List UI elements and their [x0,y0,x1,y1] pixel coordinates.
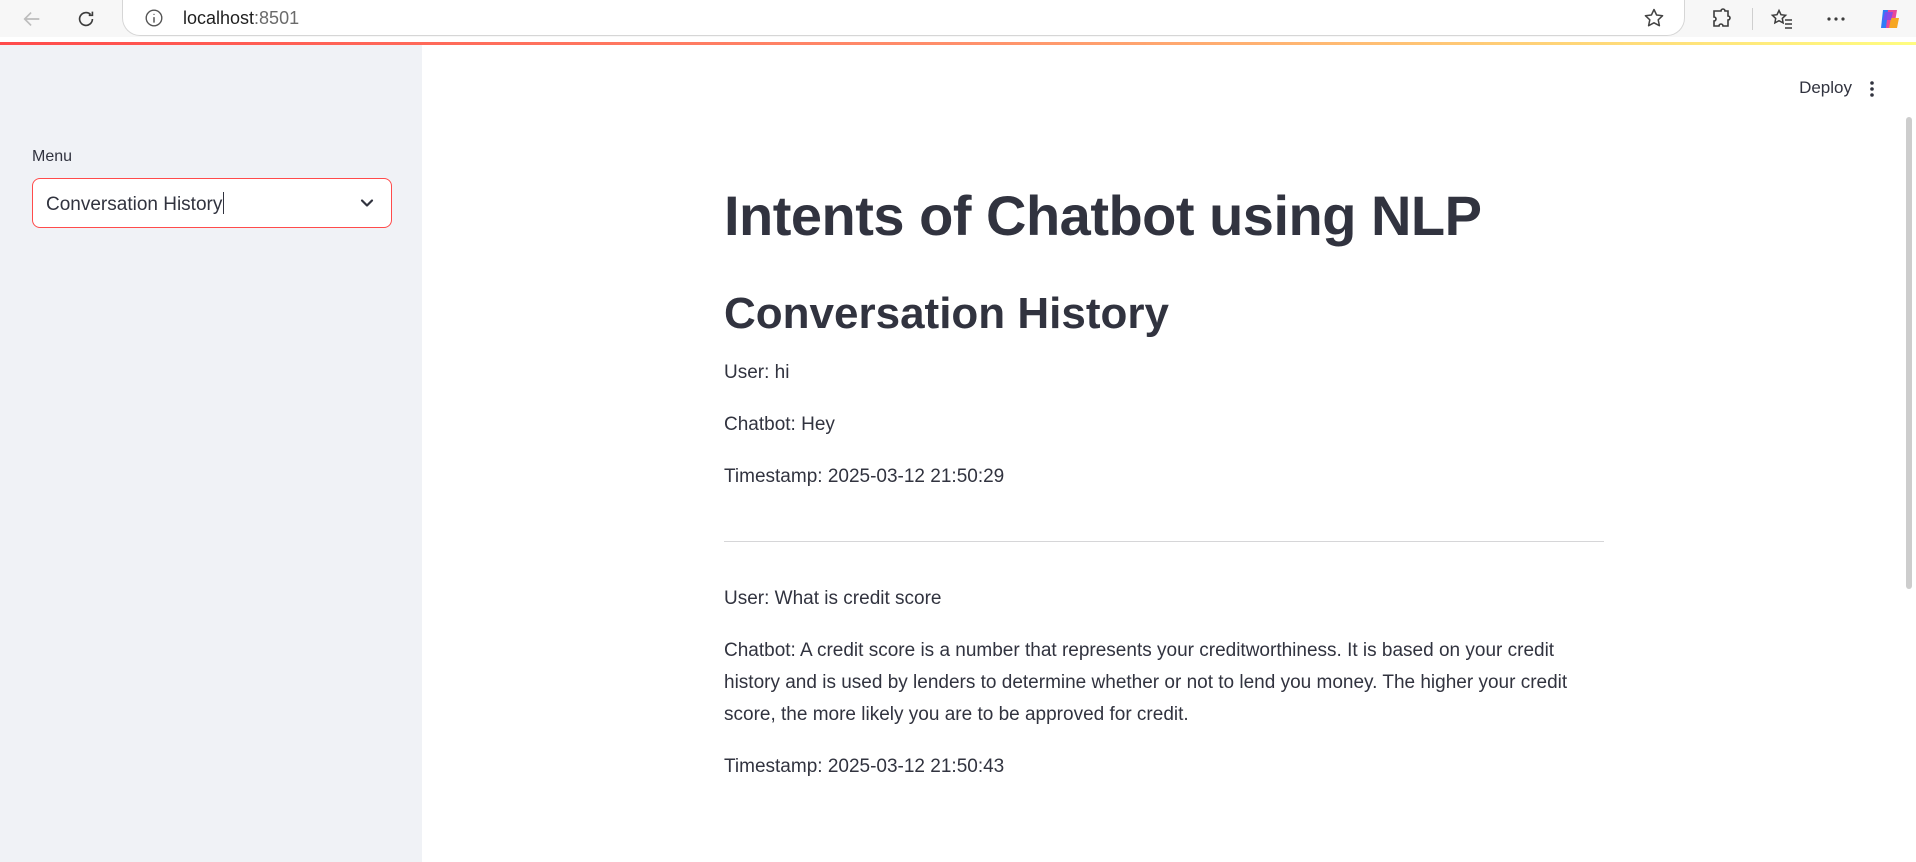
menu-select-value: Conversation History [46,192,225,215]
copilot-button[interactable] [1876,5,1904,33]
back-arrow-icon [23,11,40,26]
sidebar: Menu Conversation History [0,45,422,862]
scrollbar[interactable] [1906,117,1912,589]
copilot-icon [1881,10,1899,28]
menu-label: Menu [32,148,73,165]
menu-select[interactable]: Conversation History [32,178,392,228]
chatbot-message: Chatbot: A credit score is a number that… [724,639,1568,725]
back-button[interactable] [12,0,52,37]
address-bar[interactable]: localhost:8501 [122,0,1685,36]
page-title: Intents of Chatbot using NLP [724,184,1482,247]
chevron-down-icon[interactable] [357,193,377,213]
reload-button[interactable] [66,0,106,37]
chatbot-message: Chatbot: Hey [724,413,835,435]
conversation-entry: User: What is credit score Chatbot: A cr… [724,583,1604,783]
ellipsis-icon [1827,17,1845,21]
main-area: Deploy Intents of Chatbot using NLP Conv… [422,45,1916,862]
timestamp: Timestamp: 2025-03-12 21:50:43 [724,755,1005,777]
more-options-button[interactable] [1822,5,1850,33]
extensions-button[interactable] [1707,5,1735,33]
divider [724,540,1604,542]
favorites-list-icon [1770,8,1792,29]
user-message: User: hi [724,361,790,383]
browser-toolbar: localhost:8501 [0,0,1916,37]
toolbar-separator [1752,8,1753,30]
address-url: localhost:8501 [183,8,300,28]
favorite-star-icon[interactable] [1642,6,1666,30]
timestamp: Timestamp: 2025-03-12 21:50:29 [724,465,1005,487]
puzzle-icon [1713,8,1731,27]
reload-icon [78,11,94,26]
site-info-icon[interactable] [143,7,165,29]
main-menu-icon[interactable] [1862,79,1882,99]
deploy-button[interactable]: Deploy [1799,78,1852,98]
user-message: User: What is credit score [724,587,942,609]
section-title: Conversation History [724,288,1169,338]
favorites-button[interactable] [1768,5,1796,33]
text-cursor [223,192,225,214]
conversation-entry: User: hi Chatbot: Hey Timestamp: 2025-03… [724,357,1604,493]
main-content: Intents of Chatbot using NLP Conversatio… [724,185,1604,783]
